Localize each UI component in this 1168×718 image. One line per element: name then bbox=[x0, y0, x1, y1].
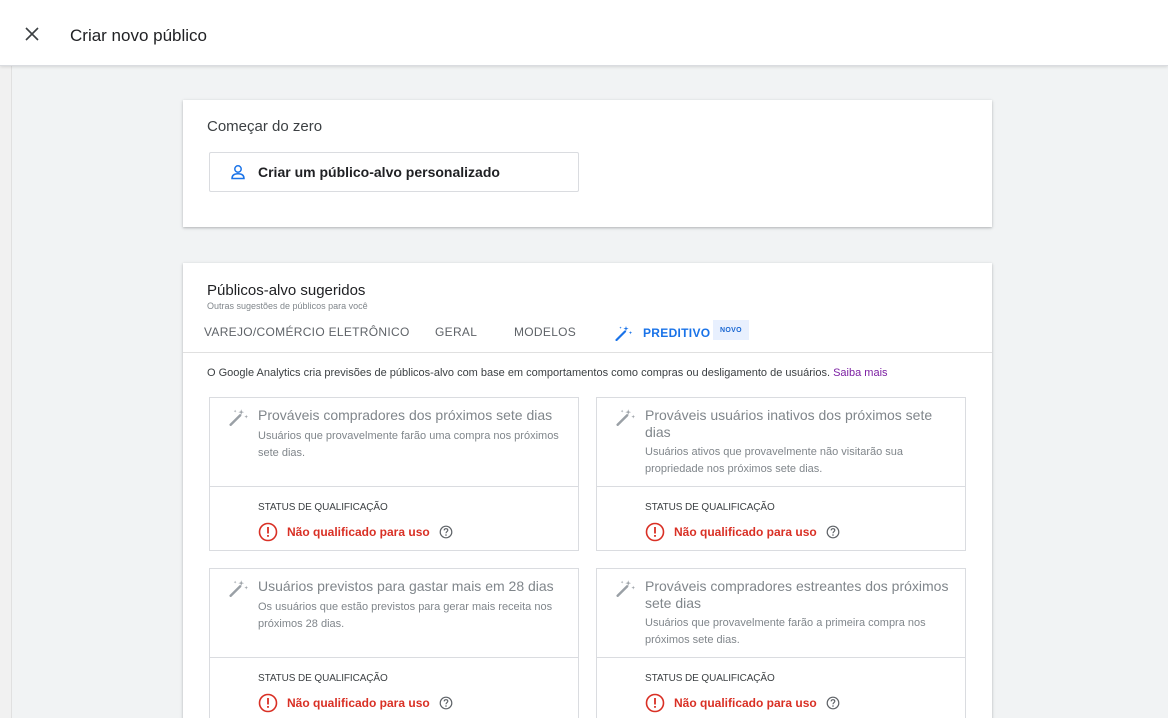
error-icon bbox=[258, 693, 278, 713]
card-top: Prováveis usuários inativos dos próximos… bbox=[597, 398, 965, 487]
tab-predictive-label: PREDITIVO bbox=[643, 326, 711, 340]
tab-general[interactable]: GERAL bbox=[435, 325, 477, 339]
close-button[interactable] bbox=[22, 24, 42, 44]
start-heading: Começar do zero bbox=[207, 118, 323, 135]
status-text: Não qualificado para uso bbox=[674, 696, 817, 710]
card-title: Prováveis compradores estreantes dos pró… bbox=[645, 578, 949, 611]
predictive-info-text: O Google Analytics cria previsões de púb… bbox=[207, 367, 831, 379]
qualification-status: Não qualificado para uso bbox=[258, 693, 453, 713]
create-custom-audience-button[interactable]: Criar um público-alvo personalizado bbox=[209, 152, 579, 192]
create-custom-audience-label: Criar um público-alvo personalizado bbox=[258, 164, 500, 180]
card-top: Usuários previstos para gastar mais em 2… bbox=[210, 569, 578, 658]
card-title: Prováveis compradores dos próximos sete … bbox=[258, 407, 553, 423]
card-description: Usuários que provavelmente farão uma com… bbox=[258, 430, 559, 459]
predictive-audience-card[interactable]: Prováveis compradores dos próximos sete … bbox=[209, 397, 579, 551]
predictive-audience-card[interactable]: Prováveis usuários inativos dos próximos… bbox=[596, 397, 966, 551]
category-tabs: VAREJO/COMÉRCIO ELETRÔNICO GERAL MODELOS… bbox=[183, 315, 992, 353]
new-badge: NOVO bbox=[713, 320, 749, 340]
magic-wand-icon bbox=[616, 580, 636, 597]
suggested-audiences-card: Públicos-alvo sugeridos Outras sugestões… bbox=[183, 263, 992, 718]
status-text: Não qualificado para uso bbox=[287, 525, 430, 539]
start-from-scratch-card: Começar do zero Criar um público-alvo pe… bbox=[183, 100, 992, 227]
person-icon bbox=[231, 165, 245, 180]
help-icon[interactable] bbox=[439, 696, 453, 710]
card-description: Usuários ativos que provavelmente não vi… bbox=[645, 446, 904, 475]
predictive-audience-card[interactable]: Usuários previstos para gastar mais em 2… bbox=[209, 568, 579, 718]
predictive-info: O Google Analytics cria previsões de púb… bbox=[207, 367, 888, 379]
magic-wand-icon bbox=[615, 326, 633, 341]
card-top: Prováveis compradores dos próximos sete … bbox=[210, 398, 578, 487]
card-description: Usuários que provavelmente farão a prime… bbox=[645, 617, 926, 646]
card-title: Usuários previstos para gastar mais em 2… bbox=[258, 578, 554, 594]
qualification-status: Não qualificado para uso bbox=[645, 693, 840, 713]
top-bar: Criar novo público bbox=[0, 0, 1168, 66]
suggested-subheading: Outras sugestões de públicos para você bbox=[207, 301, 368, 311]
card-description: Os usuários que estão previstos para ger… bbox=[258, 601, 553, 630]
card-top: Prováveis compradores estreantes dos pró… bbox=[597, 569, 965, 658]
qualification-status-label: STATUS DE QUALIFICAÇÃO bbox=[258, 673, 388, 684]
learn-more-link[interactable]: Saiba mais bbox=[833, 367, 887, 379]
tab-predictive[interactable]: PREDITIVO bbox=[615, 325, 710, 341]
magic-wand-icon bbox=[229, 409, 249, 426]
predictive-audience-card[interactable]: Prováveis compradores estreantes dos pró… bbox=[596, 568, 966, 718]
error-icon bbox=[258, 522, 278, 542]
close-icon bbox=[25, 27, 39, 41]
card-title: Prováveis usuários inativos dos próximos… bbox=[645, 407, 933, 440]
tab-retail-ecommerce[interactable]: VAREJO/COMÉRCIO ELETRÔNICO bbox=[204, 325, 410, 339]
error-icon bbox=[645, 693, 665, 713]
help-icon[interactable] bbox=[826, 696, 840, 710]
status-text: Não qualificado para uso bbox=[287, 696, 430, 710]
page-title: Criar novo público bbox=[70, 26, 208, 45]
status-text: Não qualificado para uso bbox=[674, 525, 817, 539]
qualification-status-label: STATUS DE QUALIFICAÇÃO bbox=[645, 502, 775, 513]
magic-wand-icon bbox=[229, 580, 249, 597]
help-icon[interactable] bbox=[826, 525, 840, 539]
suggested-heading: Públicos-alvo sugeridos bbox=[207, 282, 366, 299]
tab-templates[interactable]: MODELOS bbox=[514, 325, 576, 339]
qualification-status: Não qualificado para uso bbox=[258, 522, 453, 542]
qualification-status-label: STATUS DE QUALIFICAÇÃO bbox=[645, 673, 775, 684]
magic-wand-icon bbox=[616, 409, 636, 426]
error-icon bbox=[645, 522, 665, 542]
qualification-status-label: STATUS DE QUALIFICAÇÃO bbox=[258, 502, 388, 513]
qualification-status: Não qualificado para uso bbox=[645, 522, 840, 542]
help-icon[interactable] bbox=[439, 525, 453, 539]
